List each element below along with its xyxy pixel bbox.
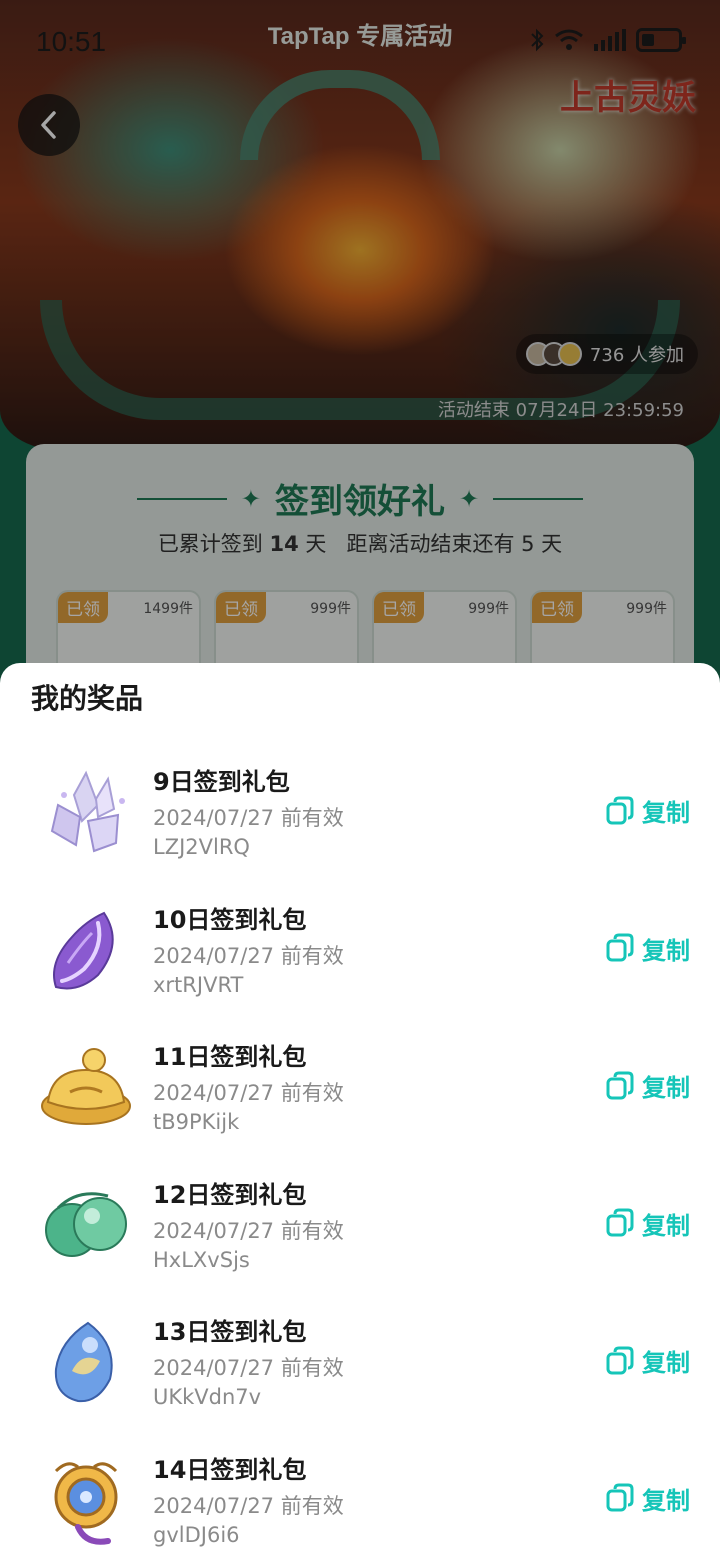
prize-code[interactable]: gvlDJ6i6 [153,1523,240,1547]
copy-label: 复制 [642,1486,690,1515]
copy-button[interactable]: 复制 [606,1343,690,1378]
jade-orbs-icon [45,1191,127,1257]
golden-ornament-icon [54,1461,118,1545]
copy-button[interactable]: 复制 [606,931,690,966]
prize-item: 9日签到礼包 2024/07/27 前有效 LZJ2VlRQ 复制 [0,751,720,889]
prize-code[interactable]: LZJ2VlRQ [153,835,250,859]
copy-icon [606,796,634,824]
blue-gem-icon [54,1321,113,1403]
sheet-title: 我的奖品 [31,682,144,715]
prize-code[interactable]: xrtRJVRT [153,973,243,997]
prize-name: 14日签到礼包 [153,1455,307,1484]
prize-code[interactable]: tB9PKijk [153,1110,239,1134]
prize-name: 13日签到礼包 [153,1318,307,1346]
prize-name: 10日签到礼包 [153,905,307,934]
crystal-cluster-icon [50,770,125,853]
copy-label: 复制 [642,936,690,965]
prize-validity: 2024/07/27 前有效 [153,1356,344,1380]
prize-item: 14日签到礼包 2024/07/27 前有效 gvlDJ6i6 复制 [0,1439,720,1554]
copy-icon [606,1071,634,1099]
copy-label: 复制 [642,1211,690,1240]
prize-item: 11日签到礼包 2024/07/27 前有效 tB9PKijk 复制 [0,1026,720,1164]
copy-button[interactable]: 复制 [606,1206,690,1241]
prize-list: 9日签到礼包 2024/07/27 前有效 LZJ2VlRQ 复制 10日签到礼… [0,751,720,1554]
copy-button[interactable]: 复制 [606,1481,690,1516]
prize-validity: 2024/07/27 前有效 [153,1081,344,1105]
prize-item: 10日签到礼包 2024/07/27 前有效 xrtRJVRT 复制 [0,889,720,1027]
copy-icon [606,1346,634,1374]
copy-label: 复制 [642,1074,690,1102]
prize-name: 9日签到礼包 [153,768,290,796]
copy-label: 复制 [642,1349,690,1377]
purple-feather-icon [53,911,114,989]
gold-ingot-icon [41,1048,131,1125]
copy-button[interactable]: 复制 [606,1068,690,1103]
prize-code[interactable]: HxLXvSjs [153,1248,250,1272]
copy-icon [606,1483,634,1512]
my-prizes-sheet: 我的奖品 9日签到礼包 2024/07/27 前有效 LZJ2VlRQ 复制 1… [0,663,720,1554]
prize-item: 12日签到礼包 2024/07/27 前有效 HxLXvSjs 复制 [0,1164,720,1302]
prize-name: 12日签到礼包 [153,1180,307,1209]
prize-validity: 2024/07/27 前有效 [153,806,344,830]
prize-validity: 2024/07/27 前有效 [153,943,344,968]
copy-label: 复制 [642,799,690,827]
prize-validity: 2024/07/27 前有效 [153,1493,344,1518]
copy-icon [606,933,634,962]
copy-button[interactable]: 复制 [606,793,690,828]
prize-item: 13日签到礼包 2024/07/27 前有效 UKkVdn7v 复制 [0,1301,720,1439]
prize-name: 11日签到礼包 [153,1043,307,1071]
prize-code[interactable]: UKkVdn7v [153,1385,261,1409]
prize-validity: 2024/07/27 前有效 [153,1218,344,1243]
copy-icon [606,1208,634,1237]
